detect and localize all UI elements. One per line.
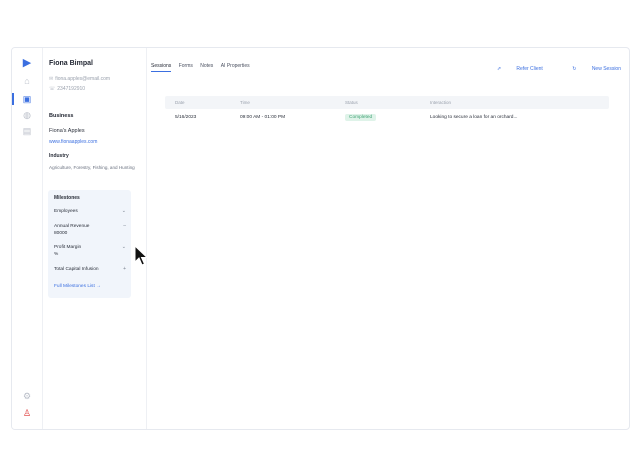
milestones-card: Milestones Employees ⌄ Annual Revenue 80… [48,190,131,298]
milestone-employees[interactable]: Employees ⌄ [54,208,126,215]
plus-icon[interactable]: + [123,266,126,273]
minus-icon[interactable]: – [123,223,126,230]
home-icon[interactable]: ⌂ [22,76,32,86]
row-date: 5/16/2023 [175,115,197,120]
mail-icon: ✉ [49,76,54,82]
status-badge-text: Completed [345,114,377,121]
col-time[interactable]: Time [240,96,250,109]
refer-client-button[interactable]: ⇗ Refer Client [483,66,543,72]
industry-value: Agriculture, Forestry, Fishing, and Hunt… [49,165,135,170]
full-milestones-link[interactable]: Full Milestones List → [54,284,101,289]
milestone-label: Employees [54,209,78,214]
tab-notes[interactable]: Notes [200,63,213,71]
milestone-annual-revenue[interactable]: Annual Revenue 80000 – [54,223,126,237]
milestone-capital-infusion[interactable]: Total Capital Infusion + [54,266,126,273]
main-content: Sessions Forms Notes AI Properties ⇗ Ref… [147,48,629,429]
industry-title: Industry [49,153,69,159]
phone-icon: ☏ [49,86,56,92]
header-actions: ⇗ Refer Client ↻ New Session [469,66,621,72]
new-session-button[interactable]: ↻ New Session [558,66,621,72]
share-icon: ⇗ [496,66,503,72]
tab-sessions[interactable]: Sessions [151,63,172,72]
milestone-value: % [54,252,59,257]
milestone-value: 80000 [54,231,68,236]
tab-forms[interactable]: Forms [179,63,193,71]
client-email-text: fiona.apples@email.com [55,76,111,82]
sessions-table: Date Time Status Interaction 5/16/2023 0… [165,96,609,127]
app-window: ▶ ⌂ ▣ ◍ ▤ ⚙ ♙ Fiona Bimpal ✉ fiona.apples… [11,47,630,430]
tab-bar: Sessions Forms Notes AI Properties [151,63,256,72]
active-indicator [12,93,14,105]
chevron-down-icon[interactable]: ⌄ [122,244,126,251]
client-phone[interactable]: ☏ 2347192910 [49,86,85,92]
client-email[interactable]: ✉ fiona.apples@email.com [49,76,110,82]
nav-rail: ▶ ⌂ ▣ ◍ ▤ ⚙ ♙ [12,48,43,429]
table-row[interactable]: 5/16/2023 09:00 AM - 01:00 PM Completed … [165,109,609,127]
milestones-title: Milestones [54,195,80,201]
client-name: Fiona Bimpal [49,60,93,67]
client-sidebar: Fiona Bimpal ✉ fiona.apples@email.com ☏ 23… [43,48,147,429]
refresh-icon: ↻ [572,66,578,72]
mouse-cursor-icon [134,245,148,266]
app-logo-icon[interactable]: ▶ [22,58,32,69]
chevron-down-icon[interactable]: ⌄ [122,208,126,215]
user-icon[interactable]: ♙ [22,408,32,418]
file-icon[interactable]: ▤ [22,126,32,136]
new-session-label: New Session [591,66,621,72]
col-interaction[interactable]: Interaction [430,96,451,109]
business-name: Fiona's Apples [49,128,85,134]
table-header: Date Time Status Interaction [165,96,609,109]
tab-ai-properties[interactable]: AI Properties [221,63,250,71]
milestone-profit-margin[interactable]: Profit Margin % ⌄ [54,244,126,258]
globe-icon[interactable]: ◍ [22,110,32,120]
settings-icon[interactable]: ⚙ [22,391,32,401]
business-website-link[interactable]: www.fionaapples.com [49,139,97,145]
col-date[interactable]: Date [175,96,185,109]
refer-client-label: Refer Client [516,66,543,72]
clients-icon[interactable]: ▣ [22,94,32,104]
milestone-label: Total Capital Infusion [54,267,99,272]
milestone-label: Annual Revenue [54,224,90,229]
status-badge: Completed [345,109,377,127]
business-section-title: Business [49,113,74,119]
milestone-label: Profit Margin [54,245,82,250]
col-status[interactable]: Status [345,96,358,109]
row-interaction: Looking to secure a loan for an orchard.… [430,115,518,120]
row-time: 09:00 AM - 01:00 PM [240,115,286,120]
client-phone-text: 2347192910 [57,86,86,92]
